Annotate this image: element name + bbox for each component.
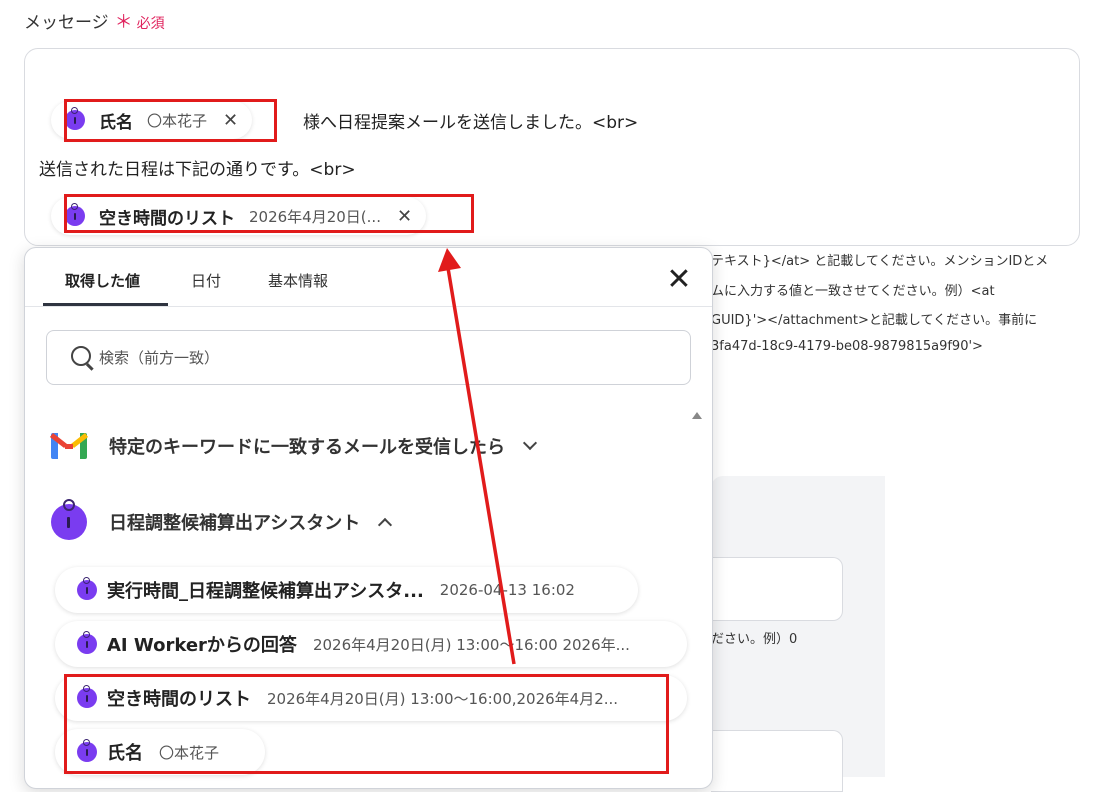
annotation-arrow xyxy=(438,248,516,665)
arrow-shaft xyxy=(445,261,516,665)
arrow-head-icon xyxy=(438,248,461,272)
